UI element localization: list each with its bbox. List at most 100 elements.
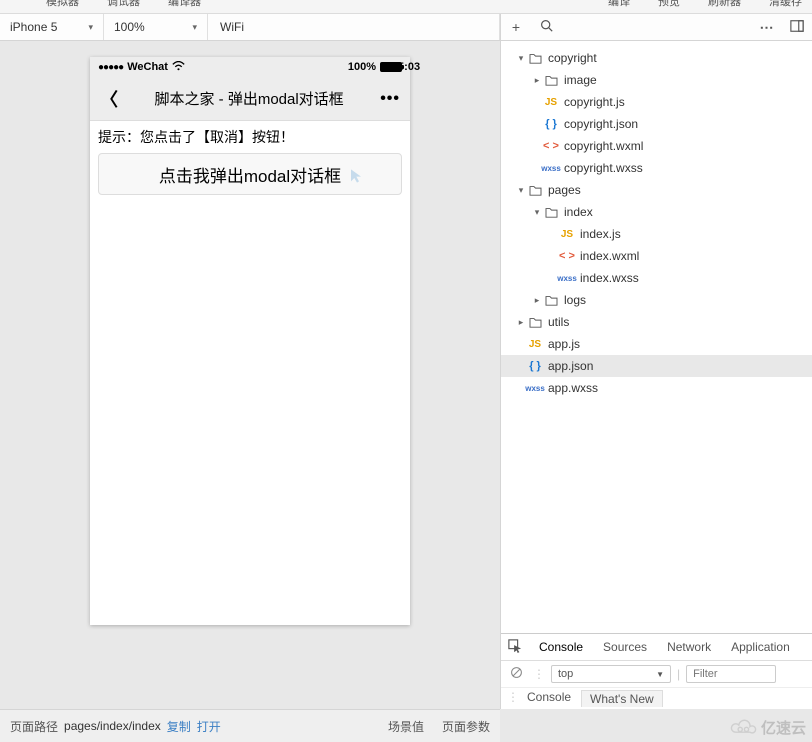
js-icon: JS	[559, 229, 575, 240]
tree-item-app-wxss[interactable]: wxss app.wxss	[501, 377, 812, 399]
wxss-icon: wxss	[527, 384, 543, 393]
menu-item[interactable]: 清缓存	[769, 0, 802, 9]
tree-item-label: app.js	[548, 337, 580, 351]
tree-item-label: index	[564, 205, 593, 219]
copy-link[interactable]: 复制	[167, 718, 191, 735]
tree-item-label: index.wxss	[580, 271, 639, 285]
tree-item-label: copyright	[548, 51, 597, 65]
phone-nav-bar: 〈 脚本之家 - 弹出modal对话框 •••	[90, 77, 410, 121]
js-icon: JS	[543, 97, 559, 108]
tree-item-app-js[interactable]: JS app.js	[501, 333, 812, 355]
simulator-pane: ●●●●● WeChat 15:03 100% 〈 脚本之家 - 弹出modal…	[0, 41, 500, 709]
inspect-icon[interactable]	[501, 639, 529, 656]
tree-item-copyright[interactable]: ▾ copyright	[501, 47, 812, 69]
tree-item-label: app.wxss	[548, 381, 598, 395]
folder-icon	[543, 75, 559, 86]
tree-item-image[interactable]: ▸image	[501, 69, 812, 91]
chevron-down-icon: ▾	[88, 22, 93, 33]
menu-item[interactable]: 刷新器	[708, 0, 741, 9]
wxml-icon: < >	[559, 250, 575, 262]
expand-arrow-icon: ▸	[515, 317, 527, 328]
context-selector[interactable]: top ▼	[551, 665, 671, 683]
tree-item-copyright-wxss[interactable]: wxss copyright.wxss	[501, 157, 812, 179]
dock-icon[interactable]	[782, 19, 812, 36]
tree-item-label: app.json	[548, 359, 593, 373]
tree-item-label: pages	[548, 183, 581, 197]
device-label: iPhone 5	[10, 20, 57, 34]
menu-item[interactable]: 编译器	[168, 0, 201, 9]
file-explorer-pane: ▾copyright▸imageJScopyright.js{ }copyrig…	[500, 41, 812, 709]
tree-item-copyright-json[interactable]: { }copyright.json	[501, 113, 812, 135]
chevron-down-icon: ▾	[192, 22, 197, 33]
battery-icon	[380, 62, 402, 72]
menu-item[interactable]: 模拟器	[46, 0, 79, 9]
tree-item-label: copyright.wxss	[564, 161, 643, 175]
kebab-icon[interactable]: ⋮	[507, 690, 519, 704]
folder-icon	[527, 185, 543, 196]
phone-content: 提示：您点击了【取消】按钮！ 点击我弹出modal对话框	[90, 121, 410, 625]
menu-item[interactable]: 调试器	[107, 0, 140, 9]
tree-item-pages[interactable]: ▾ pages	[501, 179, 812, 201]
params-label[interactable]: 页面参数	[442, 718, 490, 735]
button-label: 点击我弹出modal对话框	[159, 162, 341, 187]
expand-arrow-icon: ▾	[515, 53, 527, 64]
zoom-selector[interactable]: 100% ▾	[104, 14, 208, 40]
phone-simulator: ●●●●● WeChat 15:03 100% 〈 脚本之家 - 弹出modal…	[90, 57, 410, 625]
tree-item-index-wxml[interactable]: < > index.wxml	[501, 245, 812, 267]
menu-item[interactable]: 预览	[658, 0, 680, 9]
tree-item-copyright-wxml[interactable]: < > copyright.wxml	[501, 135, 812, 157]
menu-bar: 模拟器 调试器 编译器 编译 预览 刷新器 清缓存	[0, 0, 812, 13]
menu-item[interactable]: 编译	[608, 0, 630, 9]
tab-console-sub[interactable]: Console	[527, 690, 571, 704]
scene-label[interactable]: 场景值	[388, 718, 424, 735]
tab-console[interactable]: Console	[529, 634, 593, 660]
tree-item-logs[interactable]: ▸logs	[501, 289, 812, 311]
wxss-icon: wxss	[543, 164, 559, 173]
tab-whatsnew[interactable]: What's New	[581, 690, 663, 707]
chevron-down-icon: ▼	[656, 670, 664, 679]
separator: ⋮	[533, 667, 545, 681]
nav-title: 脚本之家 - 弹出modal对话框	[155, 88, 344, 109]
folder-icon	[543, 295, 559, 306]
cursor-icon	[349, 168, 365, 189]
tree-item-index[interactable]: ▾index	[501, 201, 812, 223]
tab-network[interactable]: Network	[657, 634, 721, 660]
filter-input[interactable]	[686, 665, 776, 683]
clear-console-icon[interactable]	[505, 666, 527, 682]
tree-item-index-wxss[interactable]: wxss index.wxss	[501, 267, 812, 289]
js-icon: JS	[527, 339, 543, 350]
search-icon[interactable]	[531, 19, 561, 35]
file-tree[interactable]: ▾copyright▸imageJScopyright.js{ }copyrig…	[501, 41, 812, 633]
nav-more-icon[interactable]: •••	[380, 90, 400, 108]
device-selector[interactable]: iPhone 5 ▾	[0, 14, 104, 40]
tree-item-label: logs	[564, 293, 586, 307]
wxss-icon: wxss	[559, 274, 575, 283]
tree-item-label: index.wxml	[580, 249, 639, 263]
add-icon[interactable]: +	[501, 19, 531, 35]
tab-sources[interactable]: Sources	[593, 634, 657, 660]
path-label: 页面路径	[10, 718, 58, 735]
tab-application[interactable]: Application	[721, 634, 800, 660]
json-icon: { }	[527, 360, 543, 372]
wxml-icon: < >	[543, 140, 559, 152]
toolbar: iPhone 5 ▾ 100% ▾ WiFi + ⋯	[0, 13, 812, 41]
expand-arrow-icon: ▾	[515, 185, 527, 196]
tree-item-label: copyright.json	[564, 117, 638, 131]
context-label: top	[558, 668, 573, 680]
signal-icon: ●●●●●	[98, 62, 123, 73]
tree-item-label: image	[564, 73, 597, 87]
tree-item-utils[interactable]: ▸utils	[501, 311, 812, 333]
path-value: pages/index/index	[64, 719, 161, 733]
more-icon[interactable]: ⋯	[752, 19, 782, 36]
back-icon[interactable]: 〈	[100, 86, 118, 112]
tree-item-copyright-js[interactable]: JScopyright.js	[501, 91, 812, 113]
tree-item-label: copyright.wxml	[564, 139, 643, 153]
network-label: WiFi	[220, 20, 244, 34]
hint-text: 提示：您点击了【取消】按钮！	[98, 127, 402, 147]
tree-item-app-json[interactable]: { } app.json	[501, 355, 812, 377]
tree-item-index-js[interactable]: JSindex.js	[501, 223, 812, 245]
separator: |	[677, 667, 680, 681]
open-modal-button[interactable]: 点击我弹出modal对话框	[98, 153, 402, 195]
open-link[interactable]: 打开	[197, 718, 221, 735]
network-selector[interactable]: WiFi	[208, 14, 500, 40]
